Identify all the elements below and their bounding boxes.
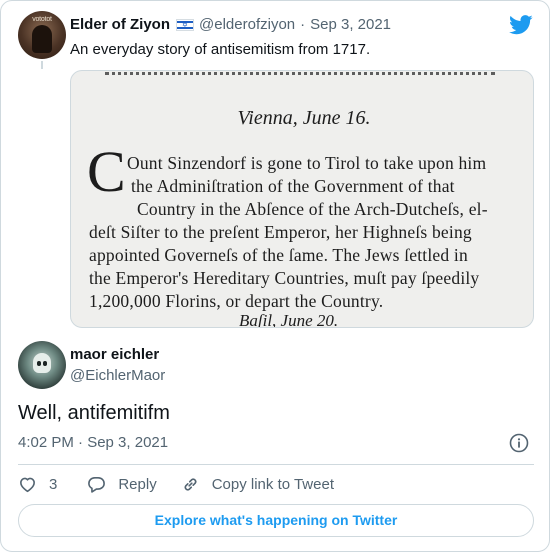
quoted-tweet-header: Elder of Ziyon ✡ @elderofziyon · Sep 3, … <box>70 16 391 33</box>
clipping-line: deſt Siſter to the preſent Emperor, her … <box>89 222 472 242</box>
clipping-footer: Baſil, June 20. <box>239 311 339 328</box>
reply-author-name[interactable]: maor eichler <box>70 346 159 363</box>
explore-twitter-button[interactable]: Explore what's happening on Twitter <box>18 504 534 537</box>
like-count: 3 <box>49 475 58 493</box>
clipping-line: appointed Governeſs of the ſame. The Jew… <box>89 245 468 265</box>
link-icon <box>184 477 197 491</box>
avatar-caption: vototot <box>32 16 52 23</box>
separator-dot: · <box>300 16 306 33</box>
reply-timestamp[interactable]: 4:02 PM · Sep 3, 2021 <box>18 434 168 451</box>
tweet-embed-card: vototot Elder of Ziyon ✡ @elderofziyon ·… <box>0 0 550 552</box>
like-button[interactable]: 3 <box>18 475 57 494</box>
speech-bubble-icon <box>88 476 106 493</box>
quoted-author-handle[interactable]: @elderofziyon <box>199 16 295 33</box>
avatar-eye <box>43 361 47 366</box>
avatar-skull-figure <box>33 353 51 373</box>
israel-flag-icon: ✡ <box>176 18 195 31</box>
torn-top-text <box>105 71 495 75</box>
twitter-bird-icon[interactable] <box>509 15 533 35</box>
quoted-tweet-date[interactable]: Sep 3, 2021 <box>310 16 391 33</box>
clipping-line: Ount Sinzendorf is gone to Tirol to take… <box>127 153 487 173</box>
avatar-eye <box>37 361 41 366</box>
tweet-actions: 3 Reply Copy link to Tweet <box>18 474 358 494</box>
clipping-line: the Emperor's Hereditary Countries, muſt… <box>89 268 480 288</box>
reply-button[interactable]: Reply <box>87 475 157 494</box>
info-icon[interactable] <box>509 433 529 453</box>
newspaper-clipping: Vienna, June 16. C Ount Sinzendorf is go… <box>87 71 519 328</box>
copy-link-label: Copy link to Tweet <box>211 475 334 493</box>
clipping-dropcap: C <box>87 139 126 204</box>
clipping-line: Country in the Abſence of the Arch-Dutch… <box>137 199 488 219</box>
thread-connector-line <box>41 61 43 69</box>
clipping-dateline: Vienna, June 16. <box>237 107 371 129</box>
reply-label: Reply <box>118 475 157 493</box>
quoted-tweet-text: An everyday story of antisemitism from 1… <box>70 41 371 58</box>
reply-author-handle[interactable]: @EichlerMaor <box>70 367 165 384</box>
quoted-tweet-image[interactable]: Vienna, June 16. C Ount Sinzendorf is go… <box>70 70 534 328</box>
divider <box>18 464 534 465</box>
reply-tweet-text: Well, antifemitifm <box>18 402 170 424</box>
heart-icon <box>20 477 35 492</box>
clipping-line: 1,200,000 Florins, or depart the Country… <box>89 291 384 311</box>
clipping-line: the Adminiſtration of the Government of … <box>131 176 455 196</box>
quoted-author-name[interactable]: Elder of Ziyon <box>70 16 170 33</box>
reply-author-avatar[interactable] <box>18 341 66 389</box>
avatar-figure <box>32 25 52 53</box>
quoted-author-avatar[interactable]: vototot <box>18 11 66 59</box>
copy-link-button[interactable]: Copy link to Tweet <box>181 475 334 494</box>
